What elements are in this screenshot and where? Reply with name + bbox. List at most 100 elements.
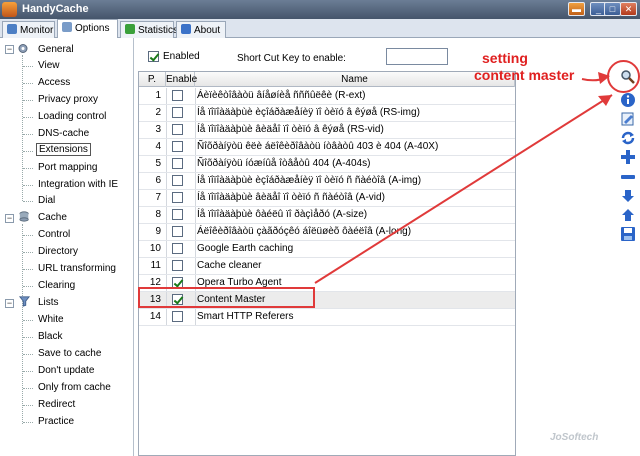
row-name: Áèïèêòîâàòü âíåøíèå ñññûëêè (R-ext) — [197, 90, 366, 101]
edit-icon[interactable] — [620, 111, 636, 127]
extensions-panel: Enabled Short Cut Key to enable: P. Enab… — [135, 38, 615, 456]
tree-item-black[interactable]: Black — [38, 330, 62, 344]
tree-item-lists[interactable]: Lists — [38, 296, 59, 310]
tree-item-view[interactable]: View — [38, 59, 60, 73]
collapse-cache-icon[interactable]: − — [5, 214, 14, 223]
tree-item-save-to-cache[interactable]: Save to cache — [38, 347, 101, 361]
table-row[interactable]: 7 Íå ïîïîàäàþùè âèäåî ïî òèïó ñ ñàéòîâ (A… — [139, 190, 515, 207]
table-row[interactable]: 4 Ñîõðàíÿòü êëè áëîêèðîâàòü íòâàòû 403 è … — [139, 139, 515, 156]
table-row[interactable]: 5 Ñîõðàíÿòü íóæíûå îòâåòû 404 (A-404s) — [139, 156, 515, 173]
statistics-icon — [125, 24, 135, 34]
about-icon — [181, 24, 191, 34]
move-up-icon[interactable] — [620, 207, 636, 223]
row-enable-checkbox[interactable] — [172, 141, 183, 152]
tree-item-general[interactable]: General — [38, 43, 74, 57]
table-row[interactable]: 2 Íå ïîïîàäàþùè èçîáðàæåíèÿ ïî òèïó â êýø… — [139, 105, 515, 122]
column-divider — [195, 224, 196, 240]
tab-options[interactable]: Options — [57, 19, 118, 39]
row-number: 7 — [155, 192, 161, 203]
table-row[interactable]: 1 Áèïèêòîâàòü âíåøíèå ñññûëêè (R-ext) — [139, 88, 515, 105]
table-row[interactable]: 10 Google Earth caching — [139, 241, 515, 258]
row-name: Google Earth caching — [197, 243, 294, 254]
grid-header: P. Enable Name — [139, 72, 515, 87]
app-icon — [2, 2, 17, 17]
row-enable-checkbox[interactable] — [172, 192, 183, 203]
table-row[interactable]: 8 Íå ïîïîàäàþùè ôàéëû ïî ðàçìåðó (A-size) — [139, 207, 515, 224]
table-row[interactable]: 6 Íå ïîïîàäàþùè èçîáðàæåíèÿ ïî òèïó ñ ñàé… — [139, 173, 515, 190]
gear-icon — [18, 44, 28, 53]
table-row[interactable]: 14 Smart HTTP Referers — [139, 309, 515, 326]
tree-item-clearing[interactable]: Clearing — [38, 279, 75, 293]
database-icon — [19, 211, 29, 222]
enabled-label: Enabled — [163, 51, 200, 63]
tree-item-access[interactable]: Access — [38, 76, 70, 90]
column-divider — [166, 139, 167, 155]
row-enable-checkbox[interactable] — [172, 107, 183, 118]
table-row[interactable]: 9 Áëîêèðîâàòü çàãðóçêó áîëüøèõ ôàéëîâ (A-… — [139, 224, 515, 241]
row-name: Íå ïîïîàäàþùè èçîáðàæåíèÿ ïî òèïó â êýøå… — [197, 107, 420, 118]
tree-item-port-mapping[interactable]: Port mapping — [38, 161, 97, 175]
tab-about[interactable]: About — [176, 21, 226, 38]
row-name: Íå ïîïîàäàþùè ôàéëû ïî ðàçìåðó (A-size) — [197, 209, 368, 220]
row-number: 9 — [155, 226, 161, 237]
info-icon[interactable] — [620, 92, 636, 108]
close-button[interactable]: ✕ — [620, 2, 637, 16]
settings-tree: − General View Access Privacy proxy Load… — [0, 38, 134, 456]
header-enable[interactable]: Enable — [166, 72, 197, 87]
column-divider — [166, 258, 167, 274]
tree-item-loading-control[interactable]: Loading control — [38, 110, 106, 124]
annotation-circle — [607, 60, 640, 93]
row-enable-checkbox[interactable] — [172, 124, 183, 135]
row-enable-checkbox[interactable] — [172, 175, 183, 186]
extra-title-button[interactable]: ▬ — [568, 2, 585, 16]
column-divider — [195, 105, 196, 121]
tab-monitor[interactable]: Monitor — [2, 21, 55, 38]
row-enable-checkbox[interactable] — [172, 90, 183, 101]
tree-item-dont-update[interactable]: Don't update — [38, 364, 94, 378]
tree-item-white[interactable]: White — [38, 313, 64, 327]
add-icon[interactable] — [620, 149, 636, 165]
tree-item-practice[interactable]: Practice — [38, 415, 74, 429]
maximize-button[interactable]: □ — [604, 2, 621, 16]
collapse-general-icon[interactable]: − — [5, 45, 14, 54]
tree-item-cache[interactable]: Cache — [38, 211, 67, 225]
header-name[interactable]: Name — [195, 72, 515, 87]
tree-item-redirect[interactable]: Redirect — [38, 398, 75, 412]
tree-item-only-from-cache[interactable]: Only from cache — [38, 381, 111, 395]
row-enable-checkbox[interactable] — [172, 158, 183, 169]
enabled-checkbox[interactable]: Enabled — [148, 51, 200, 62]
table-row[interactable]: 11 Cache cleaner — [139, 258, 515, 275]
row-number: 2 — [155, 107, 161, 118]
tree-item-directory[interactable]: Directory — [38, 245, 78, 259]
header-p[interactable]: P. — [139, 72, 166, 87]
row-enable-checkbox[interactable] — [172, 260, 183, 271]
tree-item-dns-cache[interactable]: DNS-cache — [38, 127, 89, 141]
tree-item-integration-ie[interactable]: Integration with IE — [38, 178, 118, 192]
save-icon[interactable] — [620, 226, 636, 242]
row-number: 6 — [155, 175, 161, 186]
row-number: 14 — [149, 311, 161, 322]
tree-item-dial[interactable]: Dial — [38, 194, 55, 208]
column-divider — [195, 309, 196, 325]
row-enable-checkbox[interactable] — [172, 311, 183, 322]
tab-statistics[interactable]: Statistics — [120, 21, 178, 38]
tree-item-control[interactable]: Control — [38, 228, 70, 242]
watermark: JoSoftech — [550, 432, 599, 443]
row-enable-checkbox[interactable] — [172, 209, 183, 220]
move-down-icon[interactable] — [620, 188, 636, 204]
collapse-lists-icon[interactable]: − — [5, 299, 14, 308]
refresh-icon[interactable] — [620, 130, 636, 146]
shortcut-input[interactable] — [386, 48, 448, 65]
table-row[interactable]: 3 Íå ïîïîàäàþùè âèäåî ïî òèïó â êýøå (RS-… — [139, 122, 515, 139]
row-enable-checkbox[interactable] — [172, 226, 183, 237]
tree-item-url-transforming[interactable]: URL transforming — [38, 262, 116, 276]
tree-item-extensions[interactable]: Extensions — [36, 143, 91, 157]
column-divider — [166, 88, 167, 104]
column-divider — [195, 190, 196, 206]
enabled-check[interactable] — [148, 51, 159, 62]
remove-icon[interactable] — [620, 169, 636, 185]
row-enable-checkbox[interactable] — [172, 243, 183, 254]
column-divider — [166, 224, 167, 240]
annotation-highlight-box — [138, 287, 315, 308]
tree-item-privacy-proxy[interactable]: Privacy proxy — [38, 93, 98, 107]
